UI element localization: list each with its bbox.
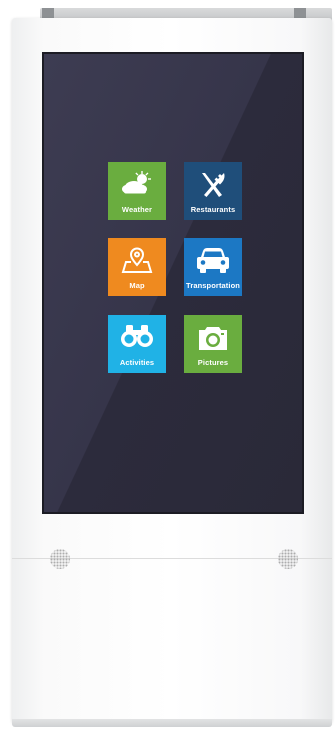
camera-icon — [199, 327, 227, 350]
activities-tile[interactable]: Activities — [108, 315, 166, 373]
speaker-right — [278, 549, 298, 569]
map-label: Map — [129, 281, 145, 290]
map-pin-icon — [121, 247, 153, 273]
binoculars-icon — [121, 325, 153, 347]
map-tile[interactable]: Map — [108, 238, 166, 296]
pictures-label: Pictures — [197, 358, 229, 367]
weather-label: Weather — [121, 205, 153, 214]
restaurants-tile[interactable]: Restaurants — [184, 162, 242, 220]
kiosk-base — [12, 719, 332, 727]
speaker-left — [50, 549, 70, 569]
fork-knife-icon — [202, 173, 225, 197]
car-icon — [197, 248, 229, 273]
weather-tile[interactable]: Weather — [108, 162, 166, 220]
pictures-tile[interactable]: Pictures — [184, 315, 242, 373]
transportation-label: Transportation — [186, 281, 240, 290]
transportation-tile[interactable]: Transportation — [184, 238, 242, 296]
activities-label: Activities — [119, 358, 155, 367]
weather-icon — [122, 171, 151, 194]
restaurants-label: Restaurants — [190, 205, 236, 214]
touch-screen: Weather Restaurants Map Transportation A… — [44, 54, 302, 512]
